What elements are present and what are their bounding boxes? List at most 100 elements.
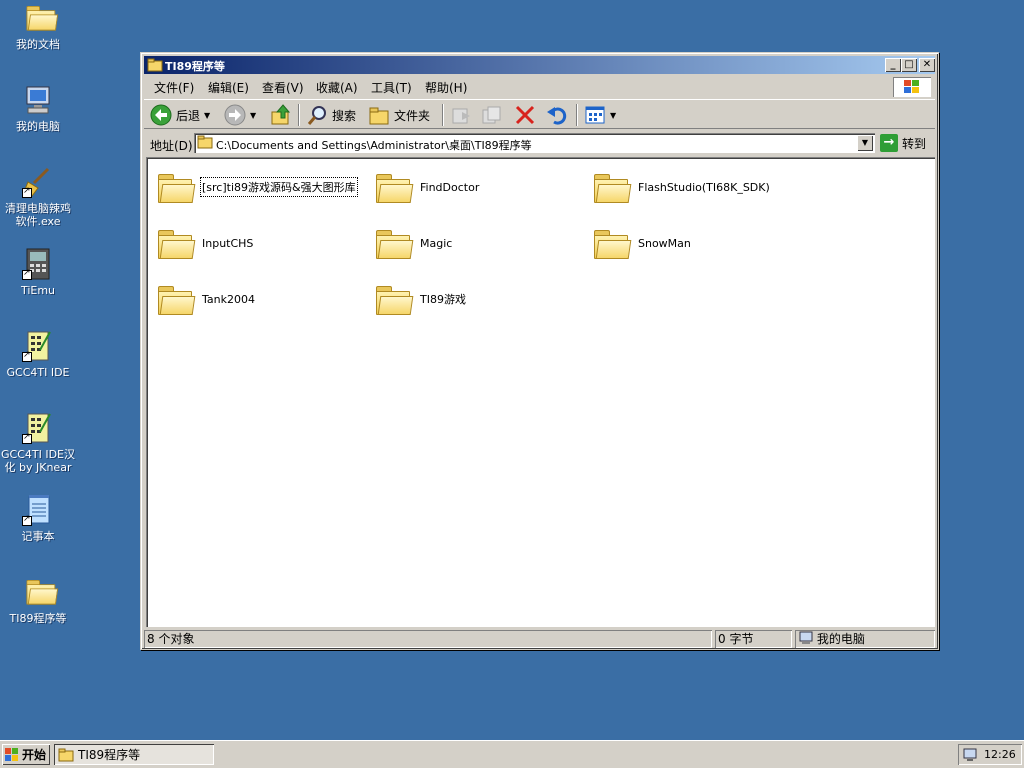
clock[interactable]: 12:26 [984,748,1016,761]
computer-icon [22,84,54,116]
folder-icon [156,172,196,203]
views-icon [585,106,605,124]
desktop-icon-gcc4ti[interactable]: GCC4TI IDE [0,330,76,379]
chevron-down-icon[interactable]: ▼ [250,111,256,120]
list-item[interactable]: SnowMan [592,223,691,263]
desktop-icon-label: GCC4TI IDE [6,366,70,379]
folder-icon [374,228,414,259]
folder-icon [156,284,196,315]
close-button[interactable]: ✕ [919,58,935,72]
desktop-icon-label: GCC4TI IDE汉化 by JKnear [0,448,75,474]
folder-icon [156,228,196,259]
desktop-icon-tiemu[interactable]: TiEmu [0,248,76,297]
move-to-button[interactable] [450,103,472,127]
status-object-count: 8 个对象 [144,630,712,648]
desktop-icon-cleaner[interactable]: 清理电脑辣鸡软件.exe [0,166,76,228]
list-item[interactable]: FindDoctor [374,167,479,207]
file-list-view[interactable]: [src]ti89游戏源码&强大图形库 FindDoctor FlashStud… [146,157,935,627]
file-name: TI89游戏 [420,293,466,306]
minimize-button[interactable]: _ [885,58,901,72]
back-button[interactable]: 后退 ▼ [150,103,210,127]
folder-icon [147,58,163,72]
list-item[interactable]: [src]ti89游戏源码&强大图形库 [156,167,358,207]
folder-icon [592,228,632,259]
address-value: C:\Documents and Settings\Administrator\… [216,139,532,152]
file-name: SnowMan [638,236,691,250]
search-button[interactable]: 搜索 [306,103,356,127]
search-icon [307,106,326,125]
menu-view[interactable]: 查看(V) [262,79,304,96]
desktop-icon-gcc4ti-chs[interactable]: GCC4TI IDE汉化 by JKnear [0,412,76,474]
file-name: FlashStudio(TI68K_SDK) [638,180,770,194]
go-button[interactable]: → 转到 [880,134,926,152]
start-button[interactable]: 开始 [2,744,50,765]
taskbar-window-button[interactable]: TI89程序等 [54,744,214,765]
folder-icon [374,172,414,203]
toolbar-separator [298,104,300,126]
list-item[interactable]: TI89游戏 [374,279,466,319]
address-label: 地址(D) [150,139,193,153]
gcc4ti-app-icon [22,330,54,362]
menu-bar: 文件(F) 编辑(E) 查看(V) 收藏(A) 工具(T) 帮助(H) [144,76,935,97]
maximize-button[interactable]: □ [901,58,917,72]
menu-favorites[interactable]: 收藏(A) [316,79,358,96]
menu-file[interactable]: 文件(F) [154,79,194,96]
folder-icon [374,284,414,315]
views-button[interactable]: ▼ [584,103,616,127]
list-item[interactable]: Tank2004 [156,279,255,319]
notepad-icon [22,494,54,526]
system-tray: 12:26 [958,744,1022,765]
desktop-icon-label: TI89程序等 [9,612,67,625]
desktop-icon-label: TiEmu [20,284,56,297]
copy-to-icon [482,106,501,124]
copy-to-button[interactable] [480,103,502,127]
file-name: FindDoctor [420,180,480,194]
window-titlebar[interactable]: TI89程序等 _ □ ✕ [144,56,935,74]
menu-edit[interactable]: 编辑(E) [208,79,249,96]
menu-tools[interactable]: 工具(T) [371,79,412,96]
explorer-window: TI89程序等 _ □ ✕ 文件(F) 编辑(E) 查看(V) 收藏(A) 工具… [140,52,939,650]
list-item[interactable]: InputCHS [156,223,253,263]
menu-help[interactable]: 帮助(H) [425,79,467,96]
undo-button[interactable] [546,103,568,127]
delete-button[interactable] [514,103,536,127]
address-dropdown-button[interactable]: ▼ [857,135,873,151]
shortcut-arrow-icon [22,432,32,444]
desktop-icon-notepad[interactable]: 记事本 [0,494,76,543]
desktop-icon-my-computer[interactable]: 我的电脑 [0,84,76,133]
shortcut-arrow-icon [22,186,32,198]
start-label: 开始 [22,748,47,762]
go-label: 转到 [902,136,927,151]
windows-logo-icon [5,747,19,762]
file-name: InputCHS [202,236,254,250]
computer-icon [799,631,813,644]
toolbar: 后退 ▼ ▼ 搜索 文件夹 ▼ [144,99,935,129]
taskbar-window-label: TI89程序等 [78,748,141,762]
shortcut-arrow-icon [22,268,32,280]
back-arrow-icon [150,104,172,126]
window-title: TI89程序等 [165,60,225,73]
undo-icon [547,107,567,125]
list-item[interactable]: Magic [374,223,452,263]
delete-x-icon [515,105,535,125]
forward-button[interactable]: ▼ [224,103,256,127]
address-bar: 地址(D) C:\Documents and Settings\Administ… [144,131,935,155]
up-button[interactable] [270,103,292,127]
address-input[interactable]: C:\Documents and Settings\Administrator\… [194,133,875,153]
list-item[interactable]: FlashStudio(TI68K_SDK) [592,167,770,207]
folders-icon [369,107,389,125]
chevron-down-icon[interactable]: ▼ [610,111,616,120]
status-location: 我的电脑 [795,630,935,648]
folders-button[interactable]: 文件夹 [368,103,430,127]
file-name: Tank2004 [202,292,255,306]
folder-icon [197,135,213,149]
chevron-down-icon[interactable]: ▼ [204,111,210,120]
folder-icon [592,172,632,203]
file-name: Magic [420,236,453,250]
desktop-icon-ti89-folder[interactable]: TI89程序等 [0,576,76,625]
status-location-label: 我的电脑 [816,632,865,646]
desktop-icon-my-documents[interactable]: 我的文档 [0,2,76,51]
network-icon[interactable] [962,747,978,763]
folder-up-icon [271,104,291,125]
status-size: 0 字节 [715,630,792,648]
